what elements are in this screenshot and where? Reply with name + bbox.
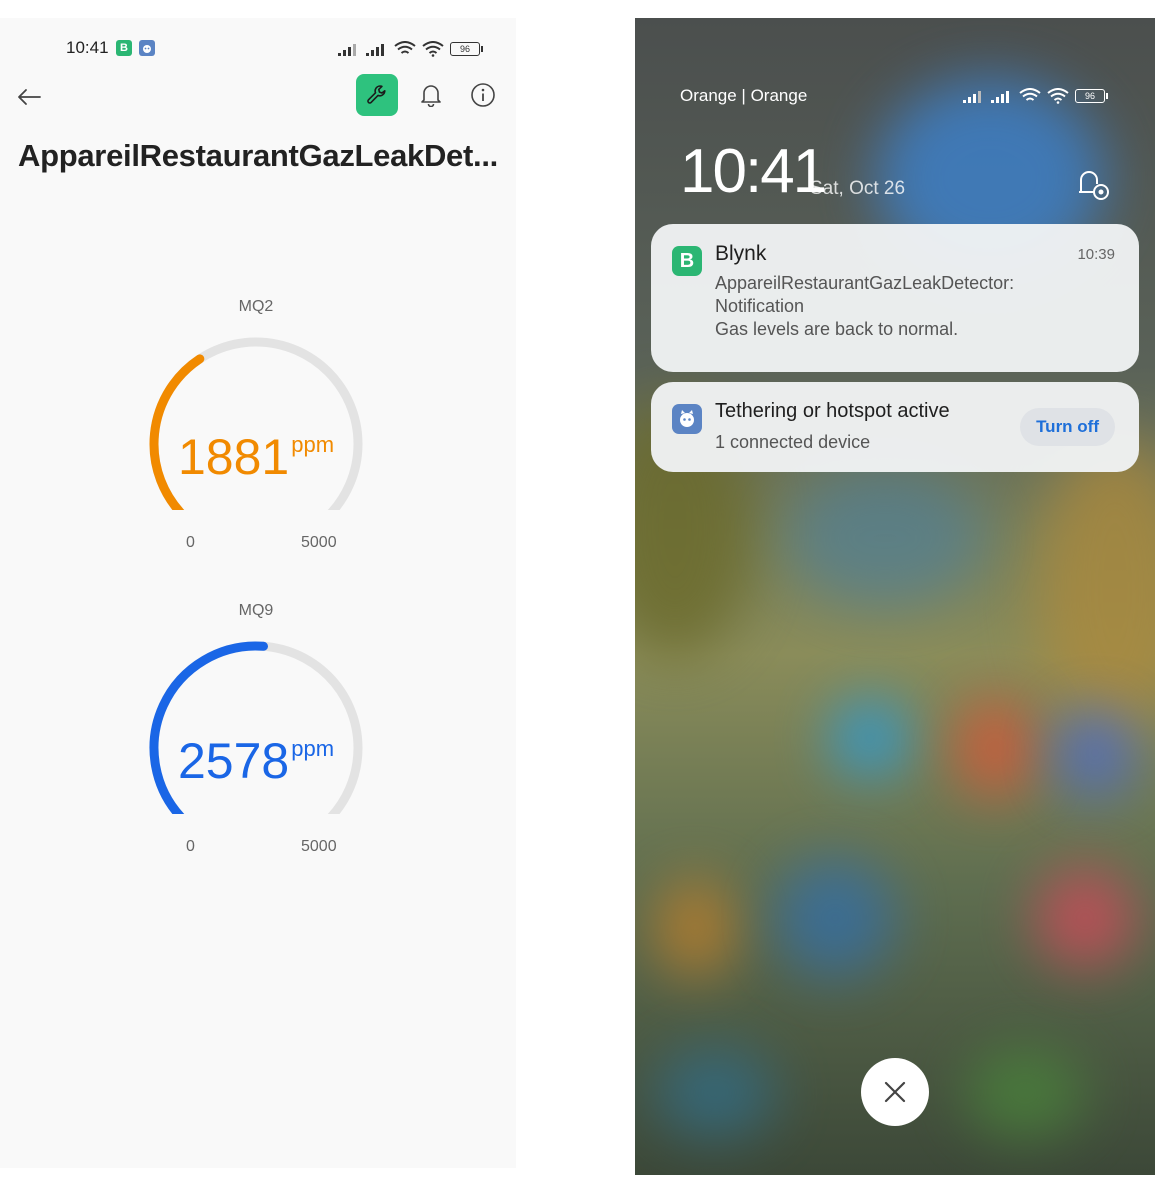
wallpaper-blur xyxy=(785,468,985,608)
gauge-min: 0 xyxy=(186,534,195,551)
status-icons: 96 xyxy=(338,38,483,60)
device-settings-button[interactable] xyxy=(356,74,398,116)
page-title: AppareilRestaurantGazLeakDet... xyxy=(18,138,498,173)
wallpaper-blur xyxy=(1055,708,1135,798)
lock-screen: Orange | Orange 96 10:41 Sat, Oct 26 B B… xyxy=(635,18,1155,1175)
status-icons: 96 xyxy=(963,88,1108,104)
gauge-min: 0 xyxy=(186,838,195,855)
gauge-label: MQ2 xyxy=(238,298,274,315)
lock-clock: 10:41 xyxy=(680,137,827,206)
turn-off-button[interactable]: Turn off xyxy=(1020,408,1115,446)
blynk-notification[interactable]: B Blynk 10:39 AppareilRestaurantGazLeakD… xyxy=(651,224,1139,372)
lock-date: Sat, Oct 26 xyxy=(810,178,906,199)
blynk-app-icon: B xyxy=(672,246,702,276)
wallpaper-blur xyxy=(1035,438,1155,738)
notification-title: Tethering or hotspot active xyxy=(715,400,950,422)
hotspot-wifi-icon xyxy=(1019,88,1041,101)
gauge-unit: ppm xyxy=(291,736,335,761)
wallpaper-blur xyxy=(1035,868,1135,968)
arrow-left-icon xyxy=(18,89,41,105)
info-icon xyxy=(471,83,495,107)
close-icon xyxy=(884,1081,906,1103)
signal-icon xyxy=(338,44,356,56)
bell-icon xyxy=(421,85,441,107)
lock-rotation-button[interactable] xyxy=(1075,166,1111,202)
wallpaper-blur xyxy=(955,698,1035,798)
back-button[interactable] xyxy=(14,82,44,112)
blynk-app-screen: 10:41 B 96 AppareilRestaurantGazLeakDet.… xyxy=(0,18,516,1168)
notifications-button[interactable] xyxy=(416,80,446,110)
notification-app-name: Blynk xyxy=(715,242,767,265)
hotspot-app-icon xyxy=(672,404,702,434)
signal-icon xyxy=(991,91,1009,103)
wallpaper-blur xyxy=(830,698,910,778)
notification-body: AppareilRestaurantGazLeakDetector: Notif… xyxy=(715,272,1014,341)
gauge-unit: ppm xyxy=(291,432,335,457)
wallpaper-blur xyxy=(775,858,895,978)
wifi-icon xyxy=(422,41,444,57)
clear-notifications-button[interactable] xyxy=(861,1058,929,1126)
wrench-icon xyxy=(367,85,386,104)
battery-icon: 96 xyxy=(1075,89,1108,103)
gauge-max: 5000 xyxy=(301,534,337,551)
wallpaper-blur xyxy=(655,878,735,978)
notification-time: 10:39 xyxy=(1077,246,1115,263)
blynk-badge-icon: B xyxy=(116,40,132,56)
hotspot-wifi-icon xyxy=(394,41,416,54)
gauge-max: 5000 xyxy=(301,838,337,855)
notification-subtitle: 1 connected device xyxy=(715,432,871,452)
signal-icon xyxy=(366,44,384,56)
rotation-lock-icon xyxy=(1079,171,1109,200)
notification-line: Notification xyxy=(715,296,805,316)
signal-icon xyxy=(963,91,981,103)
gauge-value: 1881ppm xyxy=(140,428,372,486)
gauge-number: 1881 xyxy=(177,429,290,485)
status-time: 10:41 xyxy=(66,38,109,57)
info-button[interactable] xyxy=(468,80,498,110)
wallpaper-blur xyxy=(965,1048,1085,1138)
gauge-number: 2578 xyxy=(177,733,290,789)
wallpaper-blur xyxy=(655,1048,775,1138)
gauge-value: 2578ppm xyxy=(140,732,372,790)
battery-icon: 96 xyxy=(450,42,483,56)
hotspot-badge-icon xyxy=(139,40,155,56)
gauge-label: MQ9 xyxy=(238,602,274,619)
notification-line: Gas levels are back to normal. xyxy=(715,319,959,339)
hotspot-notification[interactable]: Tethering or hotspot active 1 connected … xyxy=(651,382,1139,472)
notification-line: AppareilRestaurantGazLeakDetector: xyxy=(715,273,1015,293)
carrier-label: Orange | Orange xyxy=(680,86,808,105)
wifi-icon xyxy=(1047,88,1069,104)
